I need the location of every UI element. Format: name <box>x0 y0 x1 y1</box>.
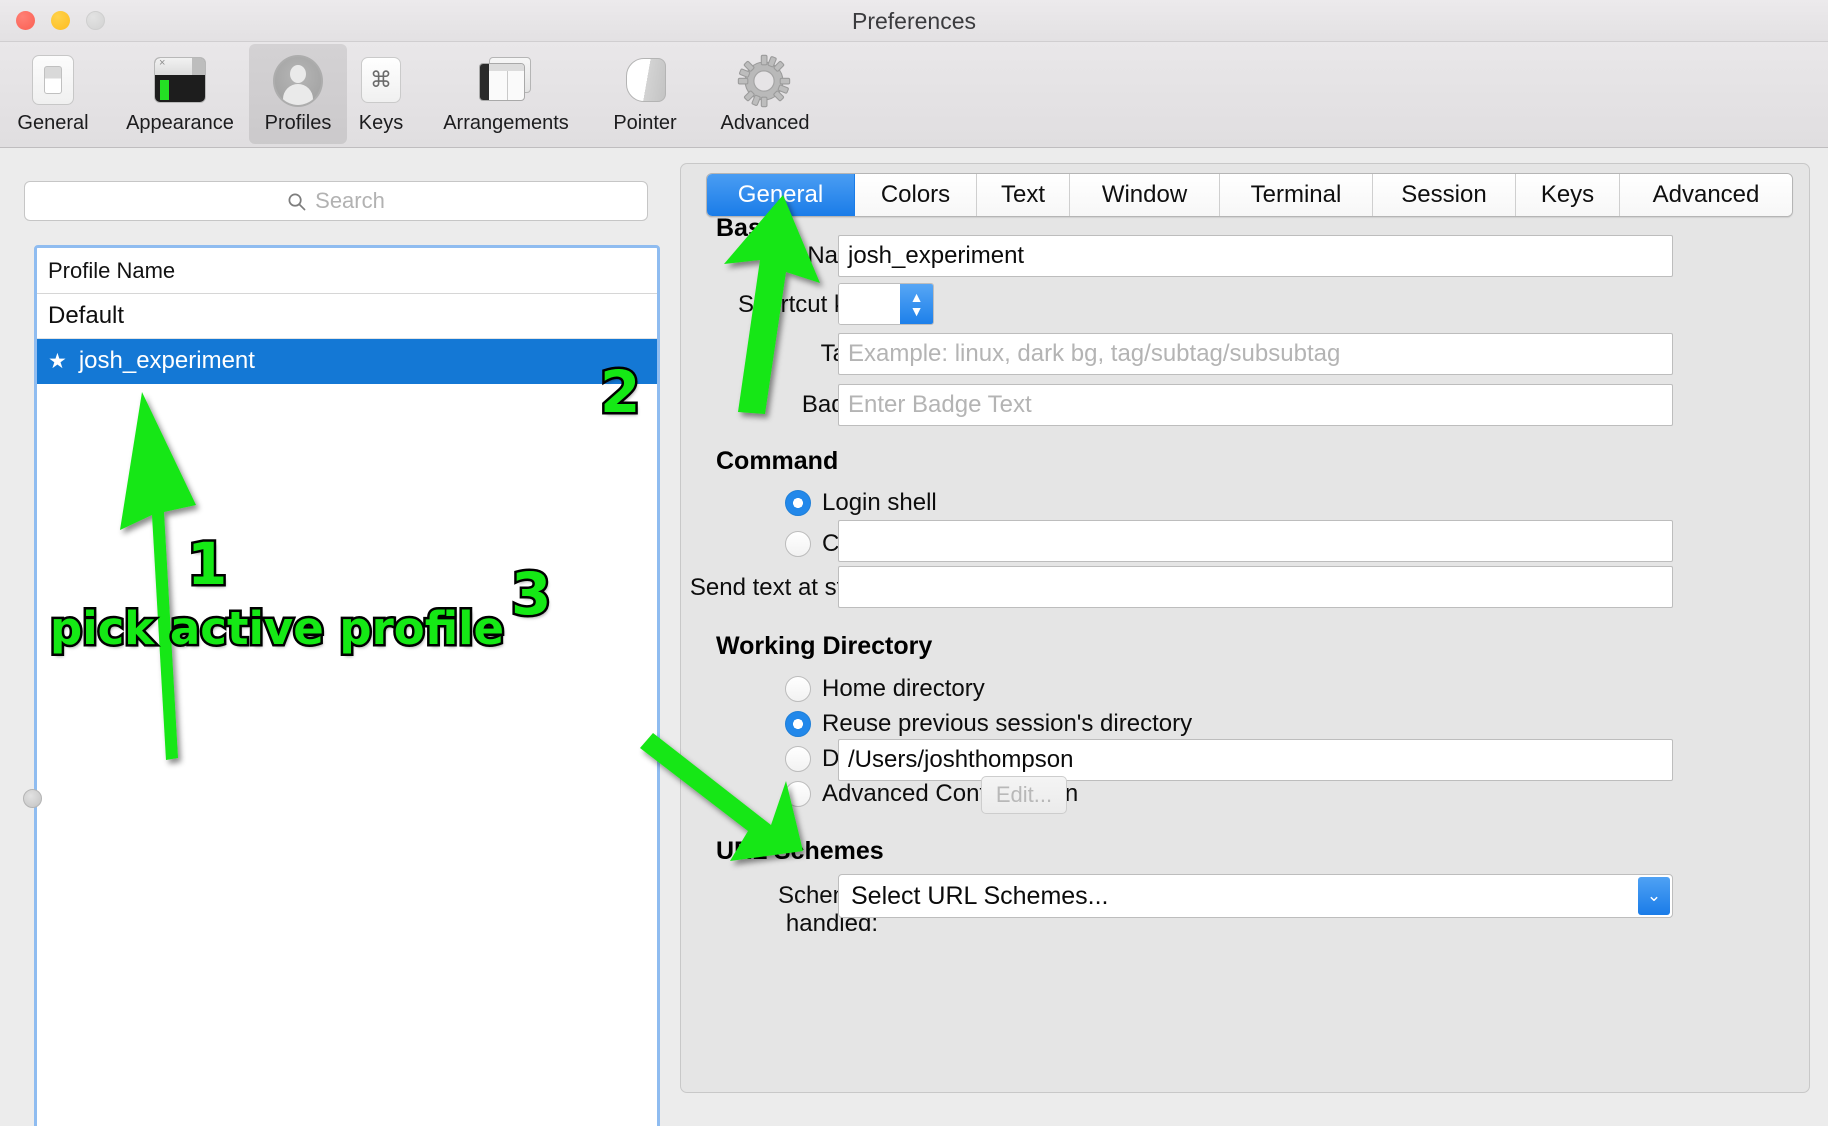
badge-field[interactable]: Enter Badge Text <box>838 384 1673 426</box>
arrangements-icon <box>478 52 534 108</box>
tab-terminal[interactable]: Terminal <box>1220 174 1373 216</box>
send-text-at-start-field[interactable] <box>838 566 1673 608</box>
basics-section-title: Basics <box>716 214 797 242</box>
toolbar-item-keys[interactable]: ⌘ Keys <box>341 44 421 144</box>
favorite-star-icon: ★ <box>48 349 67 373</box>
toolbar-item-profiles-label: Profiles <box>264 112 332 134</box>
tab-session[interactable]: Session <box>1373 174 1516 216</box>
tab-window[interactable]: Window <box>1070 174 1220 216</box>
advanced-configuration-radio[interactable] <box>785 781 811 807</box>
toolbar-item-general[interactable]: General <box>4 44 102 144</box>
command-field[interactable] <box>838 520 1673 562</box>
advanced-gear-icon <box>737 52 793 108</box>
annotation-step-1-number: 1 <box>184 528 229 601</box>
general-icon <box>25 52 81 108</box>
profile-settings-panel: Basics Name: josh_experiment Shortcut ke… <box>680 163 1810 1093</box>
search-icon <box>288 193 306 210</box>
edit-advanced-configuration-button[interactable]: Edit... <box>981 776 1067 814</box>
preferences-toolbar: General Appearance Profiles ⌘ Keys Arran… <box>0 42 1828 148</box>
toolbar-item-advanced[interactable]: Advanced <box>702 44 828 144</box>
tags-field[interactable]: Example: linux, dark bg, tag/subtag/subs… <box>838 333 1673 375</box>
directory-radio[interactable] <box>785 746 811 772</box>
toolbar-item-appearance-label: Appearance <box>126 112 234 134</box>
url-schemes-section-title: URL Schemes <box>716 837 884 865</box>
toolbar-item-pointer[interactable]: Pointer <box>592 44 698 144</box>
login-shell-label: Login shell <box>822 489 937 516</box>
tab-advanced[interactable]: Advanced <box>1620 174 1792 216</box>
toolbar-item-advanced-label: Advanced <box>720 112 810 134</box>
schemes-handled-popup[interactable]: Select URL Schemes... ⌄ <box>838 874 1673 918</box>
chevron-down-icon: ⌄ <box>1638 877 1670 915</box>
appearance-icon <box>152 52 208 108</box>
profile-row-josh-experiment[interactable]: ★ josh_experiment <box>37 339 657 384</box>
toolbar-item-arrangements[interactable]: Arrangements <box>425 44 587 144</box>
annotation-step-3-number: 3 <box>508 558 553 631</box>
reuse-session-directory-radio-row[interactable]: Reuse previous session's directory <box>785 710 1192 738</box>
command-radio[interactable] <box>785 531 811 557</box>
reuse-session-directory-label: Reuse previous session's directory <box>822 710 1193 737</box>
name-field[interactable]: josh_experiment <box>838 235 1673 277</box>
profile-list[interactable]: Profile Name Default ★ josh_experiment <box>34 245 660 1126</box>
toolbar-item-pointer-label: Pointer <box>613 112 677 134</box>
tab-general[interactable]: General <box>707 174 855 216</box>
command-section-title: Command <box>716 447 839 475</box>
shortcut-key-stepper[interactable]: ▲ ▼ <box>838 283 934 325</box>
login-shell-radio-row[interactable]: Login shell <box>785 489 937 517</box>
working-directory-section-title: Working Directory <box>716 632 933 660</box>
home-directory-radio-row[interactable]: Home directory <box>785 675 985 703</box>
profiles-icon <box>270 52 326 108</box>
search-input[interactable]: Search <box>24 181 648 221</box>
tab-colors[interactable]: Colors <box>855 174 977 216</box>
annotation-step-2-number: 2 <box>597 356 642 429</box>
toolbar-item-appearance[interactable]: Appearance <box>110 44 250 144</box>
search-placeholder: Search <box>315 188 385 213</box>
split-view-handle[interactable] <box>23 789 42 808</box>
toolbar-item-general-label: General <box>17 112 89 134</box>
schemes-handled-value: Select URL Schemes... <box>851 881 1109 910</box>
title-bar: Preferences <box>0 0 1828 42</box>
directory-field[interactable]: /Users/joshthompson <box>838 739 1673 781</box>
window-title: Preferences <box>851 8 976 34</box>
profile-row-josh-experiment-name: josh_experiment <box>78 347 255 374</box>
tab-text[interactable]: Text <box>977 174 1070 216</box>
profile-list-column-header: Profile Name <box>37 248 657 294</box>
annotation-step-1-caption: pick active profile <box>47 600 506 658</box>
login-shell-radio[interactable] <box>785 490 811 516</box>
home-directory-radio[interactable] <box>785 676 811 702</box>
shortcut-key-field[interactable] <box>839 284 900 324</box>
stepper-arrows-icon[interactable]: ▲ ▼ <box>900 284 933 324</box>
toolbar-item-profiles[interactable]: Profiles <box>249 44 347 144</box>
tab-keys[interactable]: Keys <box>1516 174 1620 216</box>
settings-tab-bar: General Colors Text Window Terminal Sess… <box>706 173 1793 217</box>
reuse-session-directory-radio[interactable] <box>785 711 811 737</box>
profile-row-default[interactable]: Default <box>37 294 657 339</box>
pointer-icon <box>617 52 673 108</box>
keys-icon: ⌘ <box>353 52 409 108</box>
toolbar-item-arrangements-label: Arrangements <box>443 112 569 134</box>
toolbar-item-keys-label: Keys <box>358 112 404 134</box>
home-directory-label: Home directory <box>822 675 985 702</box>
preferences-window: Preferences General Appearance Profiles … <box>0 0 1828 1126</box>
profile-row-default-name: Default <box>48 302 125 329</box>
